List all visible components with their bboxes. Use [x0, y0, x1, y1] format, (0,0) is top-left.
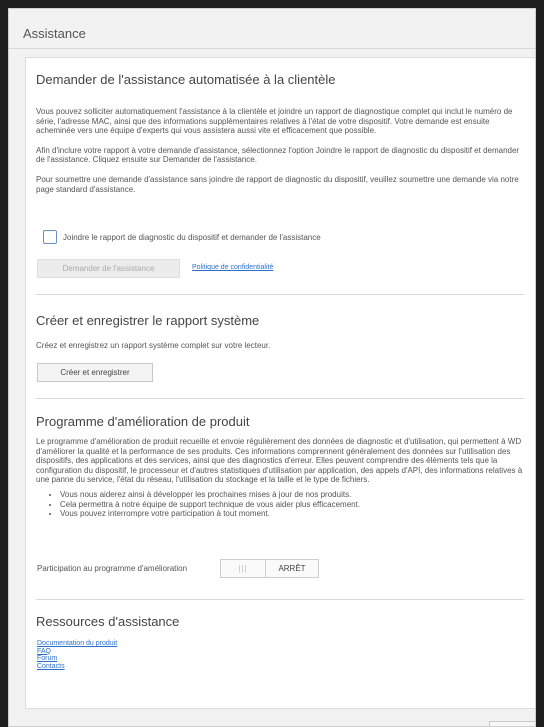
- assistance-dialog: Assistance Demander de l'assistance auto…: [8, 8, 536, 727]
- improvement-bullet-list: Vous nous aiderez ainsi à développer les…: [36, 490, 530, 519]
- list-item: Cela permettra à notre équipe de support…: [60, 500, 530, 510]
- attach-report-checkbox[interactable]: [43, 230, 57, 244]
- auto-support-section: Demander de l'assistance automatisée à l…: [36, 72, 530, 194]
- list-item: Vous pouvez interrompre votre participat…: [60, 509, 530, 519]
- product-documentation-link[interactable]: Documentation du produit: [37, 640, 117, 648]
- participation-toggle[interactable]: ||| ARRÊT: [220, 559, 319, 578]
- toggle-grip-icon: |||: [221, 560, 266, 577]
- request-assistance-button[interactable]: Demander de l'assistance: [37, 259, 180, 278]
- content-panel: Demander de l'assistance automatisée à l…: [25, 57, 535, 709]
- list-item: Vous nous aiderez ainsi à développer les…: [60, 490, 530, 500]
- forum-link[interactable]: Forum: [37, 655, 117, 663]
- ok-button[interactable]: OK: [489, 721, 535, 726]
- contacts-link[interactable]: Contacts: [37, 663, 117, 671]
- system-report-section: Créer et enregistrer le rapport système …: [36, 313, 530, 351]
- resources-heading: Ressources d'assistance: [36, 614, 180, 629]
- auto-support-heading: Demander de l'assistance automatisée à l…: [36, 72, 336, 87]
- privacy-policy-link[interactable]: Politique de confidentialité: [192, 264, 273, 271]
- faq-link[interactable]: FAQ: [37, 648, 117, 656]
- section-divider: [36, 294, 524, 295]
- section-divider: [36, 599, 524, 600]
- resources-links: Documentation du produit FAQ Forum Conta…: [37, 640, 117, 670]
- improvement-heading: Programme d'amélioration de produit: [36, 414, 250, 429]
- dialog-title: Assistance: [9, 9, 535, 49]
- auto-support-paragraph-3: Pour soumettre une demande d'assistance …: [36, 174, 519, 194]
- auto-support-paragraph-2: Afin d'inclure votre rapport à votre dem…: [36, 145, 520, 165]
- toggle-state: ARRÊT: [278, 564, 306, 573]
- system-report-heading: Créer et enregistrer le rapport système: [36, 313, 260, 328]
- participation-label: Participation au programme d'amélioratio…: [37, 564, 188, 573]
- resources-section: Ressources d'assistance: [36, 614, 530, 629]
- section-divider: [36, 398, 524, 399]
- attach-report-row[interactable]: Joindre le rapport de diagnostic du disp…: [43, 230, 321, 244]
- create-save-button[interactable]: Créer et enregistrer: [37, 363, 153, 382]
- improvement-section: Programme d'amélioration de produit Le p…: [36, 414, 530, 519]
- system-report-description: Créez et enregistrez un rapport système …: [36, 341, 271, 350]
- improvement-paragraph: Le programme d'amélioration de produit r…: [36, 437, 523, 485]
- attach-report-label: Joindre le rapport de diagnostic du disp…: [63, 232, 321, 242]
- auto-support-paragraph-1: Vous pouvez solliciter automatiquement l…: [36, 107, 513, 136]
